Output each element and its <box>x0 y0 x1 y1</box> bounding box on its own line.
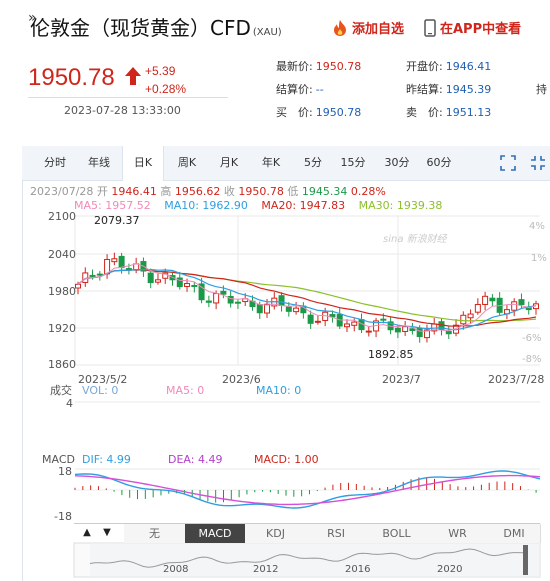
indicator-rsi[interactable]: RSI <box>306 524 367 543</box>
indicator-tabs: 无 MACD KDJ RSI BOLL WR DMI <box>74 523 541 544</box>
volume-ma5: MA5: 0 <box>166 384 204 397</box>
macd-dif: DIF: 4.99 <box>82 453 131 466</box>
candle-body <box>343 323 350 328</box>
candle-body <box>460 314 467 325</box>
candle-body <box>111 258 118 263</box>
y-label-1920: 1920 <box>48 322 76 335</box>
indicator-macd[interactable]: MACD <box>185 524 246 543</box>
pct-label-minus8: -8% <box>522 354 541 365</box>
candle-body <box>482 295 489 305</box>
y-label-2040: 2040 <box>48 248 76 261</box>
candle-body <box>213 293 220 304</box>
high-annotation: 2079.37 <box>94 214 140 227</box>
candle-body <box>278 295 285 306</box>
date-label-jul: 2023/7 <box>382 373 421 386</box>
macd-value: MACD: 1.00 <box>254 453 319 466</box>
candle-body <box>474 303 481 313</box>
candle-body <box>365 330 372 333</box>
candle-body <box>314 320 321 323</box>
candle-body <box>445 331 452 335</box>
y-label-2100: 2100 <box>48 210 76 223</box>
indicator-none[interactable]: 无 <box>124 524 186 543</box>
candle-body <box>416 327 423 338</box>
candle-body <box>82 272 89 283</box>
y-label-1860: 1860 <box>48 358 76 371</box>
candle-body <box>191 284 198 287</box>
indicator-kdj[interactable]: KDJ <box>245 524 307 543</box>
candle-body <box>125 268 132 271</box>
volume-tick: 4 <box>66 397 73 410</box>
candle-body <box>205 300 212 303</box>
candle-body <box>89 274 96 277</box>
macd-dea: DEA: 4.49 <box>168 453 222 466</box>
pct-label-minus6: -6% <box>522 333 541 344</box>
candle-body <box>220 290 227 295</box>
candle-body <box>118 255 125 269</box>
pct-label-1: 1% <box>531 253 547 264</box>
overview-handle[interactable] <box>523 545 528 575</box>
macd-top-label: 18 <box>58 465 72 478</box>
candle-body <box>402 326 409 332</box>
date-label-jun: 2023/6 <box>222 373 261 386</box>
watermark: sina 新浪财经 <box>383 233 448 245</box>
candle-body <box>409 328 416 332</box>
candle-body <box>264 303 271 314</box>
candle-body <box>394 327 401 333</box>
macd-bottom-label: -18 <box>54 510 72 523</box>
volume-ma10: MA10: 0 <box>256 384 301 397</box>
candle-body <box>293 307 300 313</box>
candle-body <box>96 273 103 276</box>
indicator-wr[interactable]: WR <box>427 524 489 543</box>
ma20-line <box>77 268 537 327</box>
indicator-dmi[interactable]: DMI <box>488 524 541 543</box>
volume-title: 成交 <box>50 383 72 397</box>
ma30-line <box>77 268 537 322</box>
volume-value: VOL: 0 <box>82 384 118 397</box>
candle-body <box>380 318 387 321</box>
overview-year-2012: 2012 <box>253 564 278 575</box>
candle-body <box>351 321 358 326</box>
candle-body <box>184 283 191 287</box>
candlestick-series <box>75 252 539 343</box>
candle-body <box>467 313 474 319</box>
kline-chart: 2100 2040 1980 1920 1860 4% 1% -6% -8% s… <box>42 210 547 578</box>
candle-body <box>307 314 314 324</box>
date-label-end: 2023/7/28 <box>488 373 544 386</box>
overview-year-2008: 2008 <box>163 564 188 575</box>
candle-body <box>489 297 496 302</box>
candle-body <box>154 279 161 283</box>
candle-body <box>511 301 518 311</box>
candle-body <box>147 272 154 284</box>
candle-body <box>75 283 81 289</box>
candle-body <box>518 299 525 306</box>
overview-year-2016: 2016 <box>345 564 370 575</box>
candle-body <box>285 306 292 312</box>
pct-label-4: 4% <box>529 221 545 232</box>
indicator-boll[interactable]: BOLL <box>366 524 428 543</box>
y-label-1980: 1980 <box>48 285 76 298</box>
candle-body <box>234 301 241 304</box>
candle-body <box>256 304 263 314</box>
low-annotation: 1892.85 <box>368 348 414 361</box>
overview-year-2020: 2020 <box>437 564 462 575</box>
